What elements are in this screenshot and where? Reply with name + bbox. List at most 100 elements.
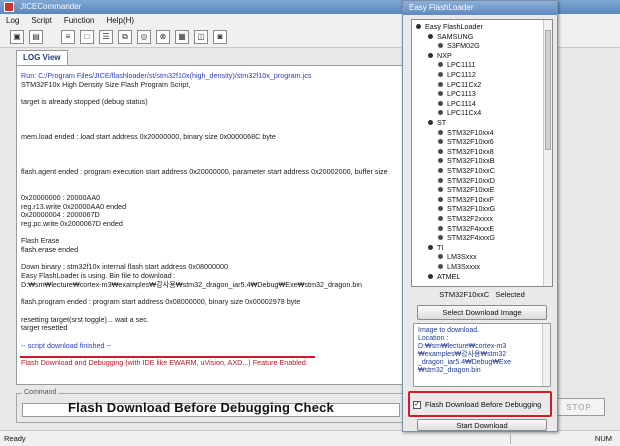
- tree-item-label: STM32F10xx8: [447, 146, 494, 156]
- info-line: _dragon_iar5.4₩Debug₩Exe: [418, 359, 511, 366]
- tree-item[interactable]: LPC1111: [438, 60, 475, 69]
- tree-item[interactable]: S3FM02G: [438, 41, 480, 50]
- tree-item[interactable]: ST: [428, 118, 446, 127]
- download-info-box[interactable]: Image to download. Location : D:₩sm₩lectur…: [413, 323, 551, 387]
- save-icon[interactable]: ▣: [10, 29, 24, 44]
- tree-node-icon: [438, 225, 443, 231]
- open-icon[interactable]: ▤: [29, 29, 43, 44]
- menu-log[interactable]: Log: [6, 16, 19, 25]
- text-icon[interactable]: ≡: [61, 29, 75, 44]
- tree-node-icon: [416, 24, 421, 29]
- tree-node-icon: [438, 62, 443, 68]
- caption-text: Flash Download Before Debugging Check: [68, 400, 334, 415]
- tree-item[interactable]: STM32F10xx6: [438, 137, 494, 146]
- log-line: mem.load ended : load start address 0x20…: [21, 131, 276, 141]
- tree-item-label: LPC1112: [447, 70, 476, 79]
- tree-node-icon: [438, 264, 443, 269]
- tree-node-icon: [438, 129, 443, 135]
- menu-help[interactable]: Help(H): [107, 16, 135, 25]
- tree-item[interactable]: STM32F10xxE: [438, 185, 495, 194]
- tree-item[interactable]: STM32F10xxG: [438, 204, 495, 213]
- stop-button[interactable]: STOP: [553, 398, 605, 416]
- tree-node-icon: [438, 168, 443, 173]
- num-lock-indicator: NUM: [594, 434, 612, 443]
- tree-scrollbar[interactable]: [543, 20, 552, 286]
- flash-before-debug-option[interactable]: ✓ Flash Download Before Debugging: [413, 400, 541, 409]
- tree-item-label: LM3Sxxxx: [447, 262, 481, 271]
- tree-item[interactable]: LPC1114: [438, 99, 476, 108]
- log-line: target is already stopped (debug status): [21, 97, 148, 107]
- flashloader-titlebar[interactable]: Easy FlashLoader: [403, 1, 557, 15]
- tree-item[interactable]: STM32F4xxxE: [438, 224, 494, 233]
- tree-item[interactable]: STM32F2xxxx: [438, 214, 493, 223]
- info-line: Location :: [418, 335, 449, 342]
- camera-icon[interactable]: ◙: [213, 29, 227, 44]
- tree-item[interactable]: LPC1112: [438, 70, 476, 79]
- log-view-panel[interactable]: Run: C:/Program Files/JICE/flashloader/s…: [16, 65, 406, 385]
- tree-node-icon: [428, 244, 433, 250]
- tree-item-label: STM32F10xxB: [447, 156, 495, 166]
- tree-item[interactable]: Easy FlashLoader: [416, 22, 483, 31]
- view-icon[interactable]: ◫: [194, 29, 208, 44]
- tree-item[interactable]: LPC11Cx2: [438, 80, 481, 89]
- info-scrollbar[interactable]: [542, 324, 550, 386]
- tree-scroll-thumb[interactable]: [545, 30, 551, 150]
- tree-item[interactable]: NXP: [428, 51, 452, 60]
- tab-log-view[interactable]: LOG View: [16, 50, 68, 66]
- tree-item-label: LPC11Cx2: [447, 79, 482, 89]
- tree-item[interactable]: STM32F4xxxG: [438, 233, 495, 242]
- log-tab-strip: LOG View: [16, 50, 68, 66]
- tree-item[interactable]: STM32F10xxB: [438, 156, 495, 165]
- target-icon[interactable]: ◎: [137, 29, 151, 44]
- tree-node-icon: [438, 81, 443, 87]
- select-download-image-button[interactable]: Select Download Image: [417, 305, 547, 320]
- tree-item-label: STM32F10xxE: [447, 185, 495, 195]
- tree-item[interactable]: STM32F10xxD: [438, 176, 495, 185]
- window-icon[interactable]: □: [80, 29, 94, 44]
- tree-item-label: STM32F2xxxx: [447, 214, 493, 223]
- tree-node-icon: [438, 91, 443, 97]
- tree-item[interactable]: STM32F10xxF: [438, 195, 494, 204]
- tree-item-label: STM32F10xxG: [447, 204, 496, 214]
- log-line: flash.erase ended: [21, 245, 79, 255]
- tree-node-icon: [438, 177, 443, 183]
- tree-node-icon: [438, 158, 443, 164]
- tree-item-label: STM32F10xxC: [447, 166, 495, 175]
- grid-icon[interactable]: ▦: [175, 29, 189, 44]
- log-line: resetting target(srst toggle)... wait a …: [21, 314, 149, 324]
- tree-item[interactable]: SAMSUNG: [428, 32, 473, 41]
- main-window-title: JICECommander: [20, 2, 82, 11]
- tree-item[interactable]: LM3Sxxxx: [438, 262, 480, 271]
- tree-item-label: SAMSUNG: [437, 31, 474, 41]
- tree-item[interactable]: STM32F10xx4: [438, 128, 494, 137]
- tree-node-icon: [438, 110, 443, 116]
- list-icon[interactable]: ☰: [99, 29, 113, 44]
- menu-script[interactable]: Script: [31, 16, 51, 25]
- easy-flashloader-window: Easy FlashLoader Easy FlashLoader SAMSUNG…: [402, 0, 558, 432]
- log-line: target resetted: [21, 323, 68, 333]
- tree-item[interactable]: LPC11Cx4: [438, 108, 481, 117]
- status-bar: Ready NUM: [0, 430, 620, 446]
- flash-before-debug-checkbox[interactable]: ✓: [413, 400, 421, 409]
- selected-device-name: STM32F10xxC: [439, 290, 490, 299]
- tree-item[interactable]: LM3Sxxx: [438, 252, 477, 261]
- device-tree[interactable]: Easy FlashLoader SAMSUNG S3FM02G NXP LPC1111…: [411, 19, 553, 287]
- tree-item[interactable]: LPC1113: [438, 89, 476, 98]
- menu-function[interactable]: Function: [64, 16, 95, 25]
- tree-item-label: ATMEL: [437, 271, 461, 281]
- log-line: flash.program ended : program start addr…: [21, 297, 301, 307]
- tree-item[interactable]: ATMEL: [428, 272, 460, 281]
- tree-item[interactable]: TI: [428, 243, 443, 252]
- log-line: Flash Erase: [21, 236, 60, 246]
- tree-node-icon: [428, 33, 433, 39]
- copy-icon[interactable]: ⧉: [118, 29, 132, 44]
- log-line: -- script download finished --: [21, 340, 112, 350]
- stop-icon[interactable]: ⊗: [156, 29, 170, 44]
- tree-item[interactable]: STM32F10xx8: [438, 147, 494, 156]
- tree-item-label: TI: [437, 242, 444, 252]
- tree-item[interactable]: STM32F10xxC: [438, 166, 495, 175]
- start-download-button[interactable]: Start Download: [417, 419, 547, 431]
